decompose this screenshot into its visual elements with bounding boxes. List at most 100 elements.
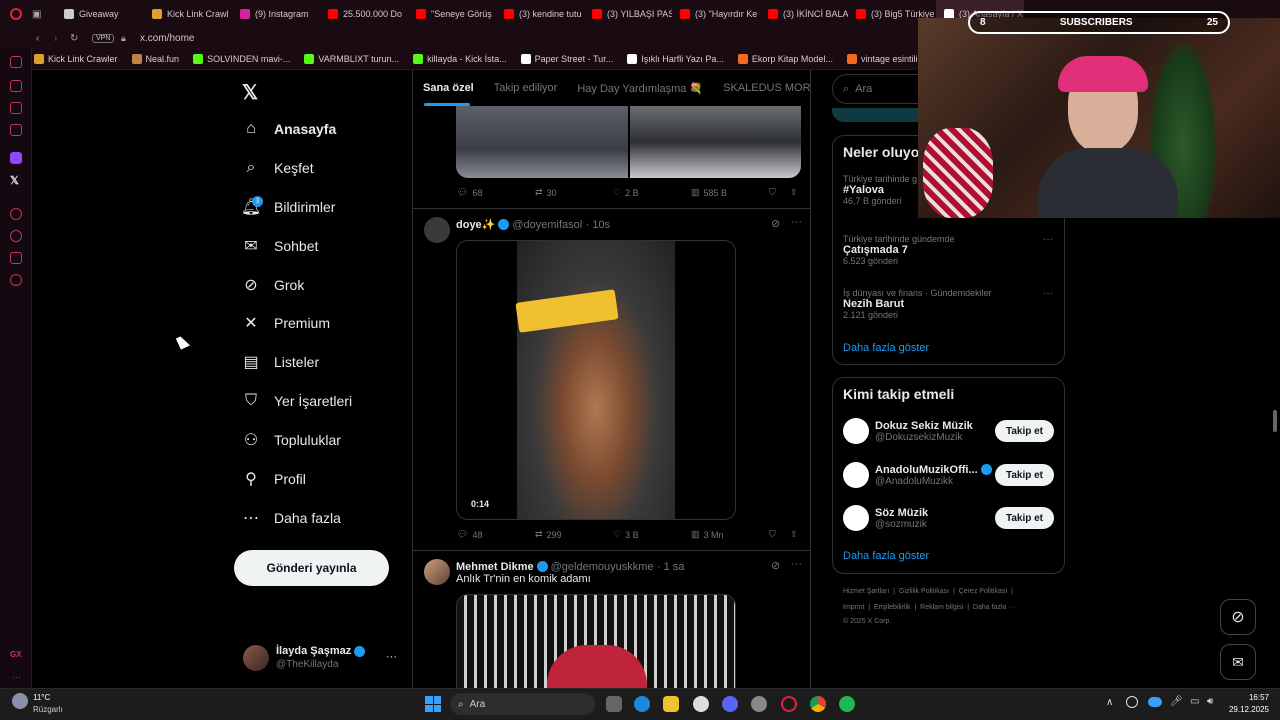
- nav-item-more-circle[interactable]: ⋯ Daha fazla: [242, 506, 341, 530]
- chrome-icon[interactable]: [810, 696, 826, 712]
- avatar[interactable]: [424, 559, 450, 585]
- nav-item-list[interactable]: ▤ Listeler: [242, 350, 319, 374]
- pinboard-icon[interactable]: [10, 124, 22, 136]
- post-more-icon[interactable]: ···: [791, 558, 802, 570]
- follow-button[interactable]: Takip et: [995, 420, 1054, 442]
- account-name[interactable]: İlayda Şaşmaz: [276, 645, 368, 657]
- post-video[interactable]: 0:14: [456, 240, 736, 520]
- like-button[interactable]: ♡ 2 B: [613, 187, 691, 198]
- post-media-image[interactable]: [456, 106, 801, 178]
- browser-tab[interactable]: (3) kendine tutu: [496, 0, 584, 28]
- tray-chevron-icon[interactable]: ∧: [1106, 697, 1113, 708]
- bookmark-item[interactable]: killayda - Kick İsta...: [413, 53, 507, 64]
- repost-button[interactable]: ⇄ 30: [535, 187, 613, 198]
- app-icon[interactable]: [751, 696, 767, 712]
- x-sidebar-icon[interactable]: 𝕏: [10, 174, 19, 187]
- footer-links-2[interactable]: Imprint | Erişilebilirlik | Reklam bilgi…: [843, 604, 1015, 611]
- reload-icon[interactable]: ↻: [70, 33, 78, 44]
- microphone-icon[interactable]: 🎤︎: [1170, 696, 1183, 707]
- trend-item[interactable]: Türkiye tarihinde gündemde Çatışmada 7 6.5…: [843, 234, 1053, 266]
- nav-item-bookmark[interactable]: ⛉ Yer İşaretleri: [242, 389, 352, 413]
- messages-float-icon[interactable]: ✉: [1220, 644, 1256, 680]
- nav-item-person[interactable]: ⚲ Profil: [242, 467, 306, 491]
- post-author-handle[interactable]: @doyemifasol: [512, 219, 582, 231]
- bookmark-item[interactable]: Işıklı Harfli Yazı Pa...: [627, 53, 724, 64]
- share-icon[interactable]: ⇪: [790, 187, 798, 198]
- tab-timeline[interactable]: Hay Day Yardımlaşma 💐: [577, 82, 703, 95]
- post-author-name[interactable]: doye✨: [456, 219, 495, 231]
- url-field[interactable]: x.com/home: [140, 33, 194, 44]
- reply-button[interactable]: 💬︎ 68: [457, 187, 535, 198]
- account-more-icon[interactable]: ···: [386, 651, 397, 663]
- trends-show-more[interactable]: Daha fazla göster: [843, 342, 929, 354]
- bookmark-item[interactable]: Ekorp Kitap Model...: [737, 53, 833, 64]
- nav-item-x[interactable]: ✕ Premium: [242, 311, 330, 335]
- grok-post-icon[interactable]: ⊘: [771, 559, 780, 572]
- tab-grid-icon[interactable]: ▣: [32, 9, 56, 20]
- bookmark-item[interactable]: VARMBLIXT turun...: [304, 53, 399, 64]
- like-button[interactable]: ♡ 3 B: [613, 529, 691, 540]
- follow-suggestion[interactable]: Dokuz Sekiz Müzik @DokuzsekizMuzik Takip…: [833, 418, 1066, 454]
- spotify-icon[interactable]: [839, 696, 855, 712]
- views-button[interactable]: ▥ 3 Mn: [691, 529, 769, 540]
- windows-start-icon[interactable]: [425, 696, 441, 712]
- bookmark-item[interactable]: SOLVINDEN mavi-...: [193, 53, 290, 64]
- weather-temp[interactable]: 11°C: [33, 693, 50, 702]
- tab-timeline[interactable]: Takip ediliyor: [494, 82, 558, 94]
- browser-tab[interactable]: (9) Instagram: [232, 0, 320, 28]
- bookmark-item[interactable]: Kick Link Crawler: [34, 53, 118, 64]
- page-scrollbar[interactable]: [1273, 410, 1277, 432]
- nav-item-people[interactable]: ⚇ Topluluklar: [242, 428, 341, 452]
- bookmark-post-icon[interactable]: ⛉: [769, 187, 776, 198]
- grok-float-icon[interactable]: ⊘: [1220, 599, 1256, 635]
- volume-icon[interactable]: 🔊︎: [1207, 696, 1213, 707]
- discord-icon[interactable]: [722, 696, 738, 712]
- onedrive-icon[interactable]: [1148, 697, 1162, 707]
- avatar[interactable]: [243, 645, 269, 671]
- nav-item-search[interactable]: ⌕ Keşfet: [242, 156, 314, 180]
- forward-icon[interactable]: ›: [54, 33, 57, 44]
- follow-show-more[interactable]: Daha fazla göster: [843, 550, 929, 562]
- browser-tab[interactable]: 25.500.000 Do: [320, 0, 408, 28]
- twitch-icon[interactable]: [10, 152, 22, 164]
- browser-tab[interactable]: (3) "Hayırdır Ke: [672, 0, 760, 28]
- bookmark-item[interactable]: Neal.fun: [131, 53, 179, 64]
- browser-tab[interactable]: Kick Link Crawl: [144, 0, 232, 28]
- vpn-badge[interactable]: VPN: [92, 33, 115, 43]
- views-button[interactable]: ▥ 585 B: [691, 187, 769, 198]
- whatsapp-icon[interactable]: [10, 102, 22, 114]
- settings-app-icon[interactable]: [693, 696, 709, 712]
- trend-more-icon[interactable]: ···: [1043, 288, 1053, 299]
- share-icon[interactable]: ⇪: [790, 529, 798, 540]
- avatar[interactable]: [843, 505, 869, 531]
- post-time[interactable]: · 10s: [586, 219, 610, 231]
- avatar[interactable]: [843, 418, 869, 444]
- browser-tab[interactable]: Giveaway: [56, 0, 144, 28]
- trend-more-icon[interactable]: ···: [1043, 234, 1053, 245]
- tab-timeline[interactable]: SKALEDUS MORT: [723, 82, 810, 94]
- post-more-icon[interactable]: ···: [791, 216, 802, 228]
- opera-gx-icon[interactable]: [781, 696, 797, 712]
- player-icon[interactable]: [10, 208, 22, 220]
- back-icon[interactable]: ‹: [36, 33, 39, 44]
- avatar[interactable]: [843, 462, 869, 488]
- opera-logo-icon[interactable]: [0, 8, 32, 20]
- nav-item-grok[interactable]: ⊘ Grok: [242, 273, 304, 297]
- bookmark-item[interactable]: Paper Street - Tur...: [520, 53, 613, 64]
- weather-icon[interactable]: [12, 693, 28, 709]
- extensions-icon[interactable]: [10, 252, 22, 264]
- settings-icon[interactable]: [10, 274, 22, 286]
- browser-tab[interactable]: (3) YILBAŞI PAS: [584, 0, 672, 28]
- taskbar-search[interactable]: ⌕ Ara: [450, 693, 595, 715]
- trend-item[interactable]: İş dünyası ve finans · Gündemdekiler Nezi…: [843, 288, 1053, 320]
- follow-button[interactable]: Takip et: [995, 464, 1054, 486]
- file-explorer-icon[interactable]: [663, 696, 679, 712]
- browser-tab[interactable]: (3) İKİNCİ BALA: [760, 0, 848, 28]
- post-button[interactable]: Gönderi yayınla: [234, 550, 389, 586]
- messenger-icon[interactable]: [10, 80, 22, 92]
- follow-suggestion[interactable]: Söz Müzik @sozmuzik Takip et: [833, 505, 1066, 541]
- tray-app-icon[interactable]: [1126, 696, 1138, 708]
- network-icon[interactable]: ▭: [1190, 696, 1199, 707]
- nav-item-mail[interactable]: ✉ Sohbet: [242, 234, 318, 258]
- sidebar-more-icon[interactable]: ···: [12, 672, 21, 682]
